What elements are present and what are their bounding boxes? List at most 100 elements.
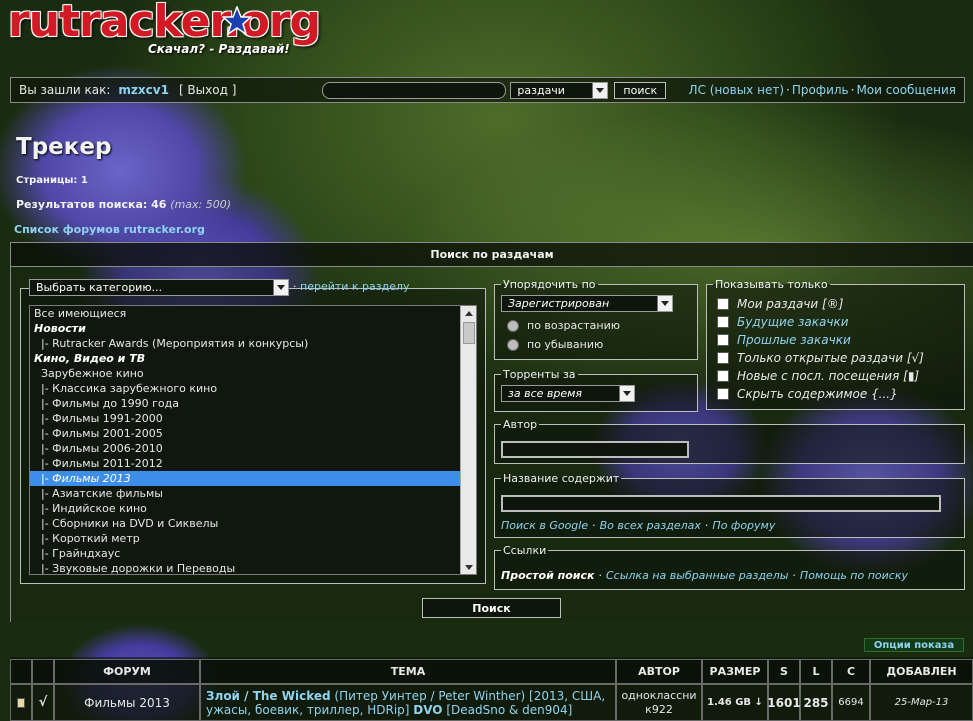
show-option-label: Мои раздачи [®] (737, 297, 844, 311)
star-icon (222, 6, 252, 36)
google-search-link[interactable]: Поиск в Google (501, 519, 588, 532)
author-input[interactable] (501, 441, 689, 458)
category-option[interactable]: |- Грайндхаус (30, 546, 476, 561)
show-option-label: Только открытые раздачи [√] (737, 351, 924, 365)
checkbox-icon (717, 316, 729, 328)
checkbox-icon (717, 334, 729, 346)
title-search-links: Поиск в Google · Во всех разделах · По форум… (501, 519, 776, 532)
username-link[interactable]: mzxcv1 (118, 83, 169, 97)
category-option[interactable]: |- Фильмы до 1990 года (30, 396, 476, 411)
header-seeds[interactable]: S (768, 659, 800, 684)
submit-search-button[interactable]: Поиск (422, 598, 561, 618)
header-topic[interactable]: ТЕМА (200, 659, 616, 684)
display-options-button[interactable]: Опции показа (864, 638, 964, 652)
results-count-label: Результатов поиска: 46 (16, 198, 167, 211)
category-option[interactable]: |- Фильмы 2006-2010 (30, 441, 476, 456)
show-option-checkbox[interactable]: Будущие закачки (717, 315, 849, 329)
order-select[interactable]: Зарегистрирован (501, 295, 673, 312)
scroll-thumb[interactable] (463, 322, 475, 344)
category-option[interactable]: Кино, Видео и ТВ (30, 351, 476, 366)
title-fieldset: Название содержит Поиск в Google · Во всех… (494, 472, 965, 538)
chevron-down-icon (273, 280, 288, 295)
row-topic[interactable]: Злой / The Wicked (Питер Уинтер / Peter … (200, 684, 616, 721)
selected-sections-link[interactable]: Ссылка на выбранные разделы (606, 569, 788, 582)
header-forum[interactable]: ФОРУМ (54, 659, 200, 684)
category-option[interactable]: Новости (30, 321, 476, 336)
site-logo[interactable]: rutracker.org Скачал? - Раздавай! (8, 0, 338, 64)
table-row: √ Фильмы 2013 Злой / The Wicked (Питер У… (10, 684, 973, 721)
order-desc-label: по убыванию (527, 338, 604, 351)
header-size[interactable]: РАЗМЕР (702, 659, 768, 684)
all-sections-link[interactable]: Во всех разделах (600, 519, 701, 532)
category-option[interactable]: |- Классика зарубежного кино (30, 381, 476, 396)
my-messages-link[interactable]: Мои сообщения (856, 83, 956, 97)
scroll-down-icon[interactable] (461, 560, 476, 574)
checkbox-icon (717, 352, 729, 364)
show-option-checkbox[interactable]: Новые с посл. посещения [▮] (717, 369, 919, 383)
header-author[interactable]: АВТОР (616, 659, 702, 684)
category-option[interactable]: |- Фильмы 2001-2005 (30, 426, 476, 441)
links-legend: Ссылки (503, 544, 547, 557)
author-legend: Автор (503, 418, 538, 431)
pm-link[interactable]: ЛС (новых нет) (689, 83, 784, 97)
category-list[interactable]: Все имеющиеся Новости |- Rutracker Awards… (29, 305, 477, 575)
goto-section[interactable]: перейти к разделу (300, 280, 410, 293)
category-option[interactable]: Зарубежное кино (30, 366, 476, 381)
show-option-label: Новые с посл. посещения [▮] (737, 369, 920, 383)
period-fieldset: Торренты за за все время (494, 368, 698, 412)
logo-slogan: Скачал? - Раздавай! (148, 42, 290, 56)
category-option[interactable]: |- Фильмы 2011-2012 (30, 456, 476, 471)
category-option[interactable]: |- Фильмы 1991-2000 (30, 411, 476, 426)
results-count: Результатов поиска: 46 (max: 500) (16, 198, 231, 211)
links-fieldset: Ссылки Простой поиск · Ссылка на выбранные… (494, 544, 965, 590)
category-option[interactable]: |- Азиатские фильмы (30, 486, 476, 501)
table-header: ФОРУМ ТЕМА АВТОР РАЗМЕР S L C ДОБАВЛЕН (10, 659, 973, 684)
search-panel-heading: Поиск по раздачам (10, 242, 973, 267)
row-forum-link[interactable]: Фильмы 2013 (54, 684, 200, 721)
category-option[interactable]: |- Rutracker Awards (Мероприятия и конку… (30, 336, 476, 351)
search-input[interactable] (322, 81, 507, 99)
chevron-down-icon (619, 386, 634, 401)
header-leech[interactable]: L (800, 659, 832, 684)
results-table: ФОРУМ ТЕМА АВТОР РАЗМЕР S L C ДОБАВЛЕН √… (10, 657, 973, 721)
category-option[interactable]: |- Сборники на DVD и Сиквелы (30, 516, 476, 531)
period-select[interactable]: за все время (501, 385, 635, 402)
category-option[interactable]: |- Фильмы 2013 (30, 471, 476, 486)
simple-search-link[interactable]: Простой поиск (501, 569, 594, 582)
checkbox-icon (717, 370, 729, 382)
topic-dvo: DVO (413, 702, 443, 717)
show-option-checkbox[interactable]: Мои раздачи [®] (717, 297, 843, 311)
profile-link[interactable]: Профиль (792, 83, 849, 97)
category-scrollbar[interactable] (460, 306, 476, 574)
order-desc-radio[interactable]: по убыванию (507, 338, 603, 351)
show-option-checkbox[interactable]: Прошлые закачки (717, 333, 851, 347)
order-asc-radio[interactable]: по возрастанию (507, 319, 620, 332)
search-help-link[interactable]: Помощь по поиску (800, 569, 908, 582)
header-completed[interactable]: C (832, 659, 870, 684)
scroll-up-icon[interactable] (461, 306, 476, 320)
show-option-checkbox[interactable]: Только открытые раздачи [√] (717, 351, 924, 365)
header-check (32, 659, 54, 684)
category-option[interactable]: |- Звуковые дорожки и Переводы (30, 561, 476, 574)
search-scope-select[interactable]: раздачи (510, 81, 609, 99)
title-input[interactable] (501, 495, 941, 512)
order-legend: Упорядочить по (503, 278, 596, 291)
goto-section-link: · перейти к разделу (293, 280, 410, 293)
logout-link[interactable]: [ Выход ] (179, 83, 236, 97)
topic-title[interactable]: Злой / The Wicked (206, 689, 331, 703)
row-check: √ (32, 684, 54, 721)
header-added[interactable]: ДОБАВЛЕН (870, 659, 973, 684)
period-value: за все время (508, 387, 583, 400)
category-select[interactable]: Выбрать категорию... (29, 279, 289, 296)
row-author-link[interactable]: одноклассни к922 (616, 684, 702, 721)
row-size[interactable]: 1.46 GB ↓ (702, 684, 768, 721)
category-option[interactable]: |- Индийское кино (30, 501, 476, 516)
by-forum-link[interactable]: По форуму (712, 519, 775, 532)
forums-list-link[interactable]: Список форумов rutracker.org (14, 223, 205, 236)
links-row: Простой поиск · Ссылка на выбранные раздел… (501, 569, 908, 582)
category-option[interactable]: Все имеющиеся (30, 306, 476, 321)
order-value: Зарегистрирован (508, 297, 610, 310)
search-button[interactable]: поиск (614, 81, 667, 99)
show-option-checkbox[interactable]: Скрыть содержимое {...} (717, 387, 898, 401)
category-option[interactable]: |- Короткий метр (30, 531, 476, 546)
